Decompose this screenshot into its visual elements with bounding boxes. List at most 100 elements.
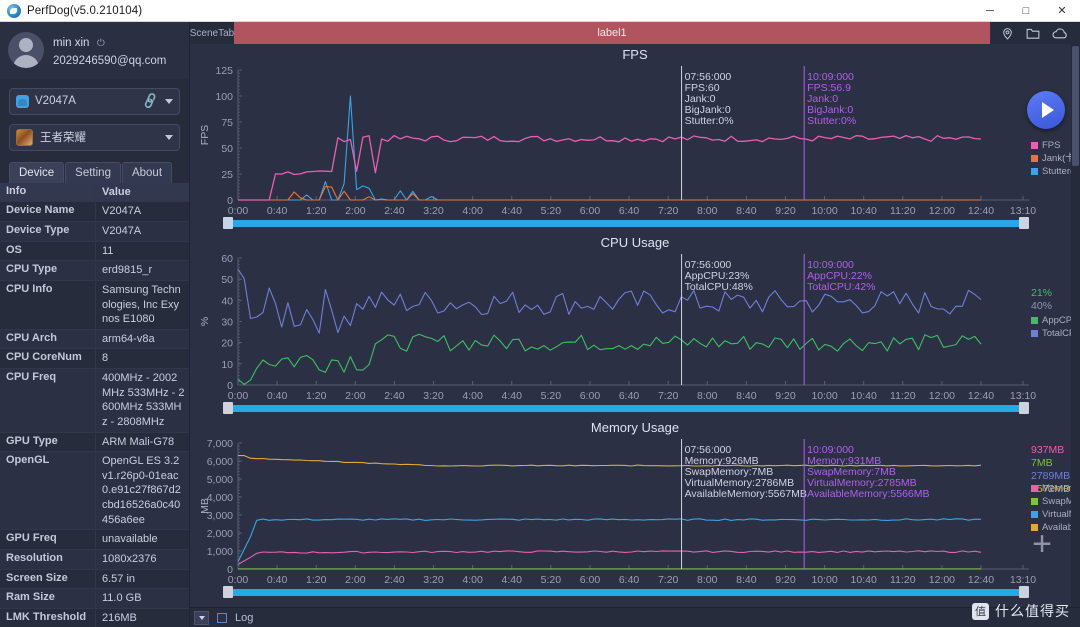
table-body: Device Name V2047A Device Type V2047A OS 11 CP… [0,202,189,627]
table-cell-key: LMK Threshold [0,608,96,627]
location-icon[interactable] [1001,27,1014,40]
x-tick-label: 10:40 [851,390,877,402]
dropdown-icon[interactable] [194,610,209,625]
account-text: min xin ⏻ 2029246590@qq.com [53,30,166,70]
app-select[interactable]: 王者荣耀 [9,123,180,151]
close-button[interactable]: ✕ [1044,0,1080,22]
range-handle-right[interactable] [1019,217,1029,229]
table-cell-key: Resolution [0,549,96,569]
table-row: OS 11 [0,241,189,262]
folder-icon[interactable] [1026,27,1040,40]
legend-label: AppCPU [1042,315,1071,326]
table-cell-value: V2047A [102,225,142,238]
tab-setting[interactable]: Setting [65,161,121,183]
chart-3: Memory Usage 0 1,000 2,000 3,000 4,000 5,000 6,… [190,417,1080,601]
scene-icon-group [991,22,1080,44]
cloud-icon[interactable] [1052,27,1068,40]
chevron-down-icon[interactable] [165,98,173,104]
x-tick-label: 3:20 [423,205,444,217]
y-axis-label: FPS [199,125,211,145]
label-tab[interactable]: label1 [234,22,991,44]
table-row: GPU Freq unavailable [0,530,189,550]
chart-1: FPS 0 25 50 75 100 125 FPS 0:00 0:40 1:20 2:00 2:40 3… [190,44,1080,232]
y-tick-label: 25 [221,169,233,181]
tab-about[interactable]: About [121,161,173,183]
table-row: CPU Arch arm64-v8a [0,329,189,350]
range-handle-right[interactable] [1019,586,1029,598]
y-tick-label: 50 [221,274,233,286]
x-tick-label: 12:00 [929,205,955,217]
x-tick-label: 6:40 [619,390,640,402]
cursor-readout-line: AvailableMemory:5567MB [685,488,807,500]
x-tick-label: 0:40 [267,390,288,402]
x-tick-label: 12:00 [929,574,955,586]
y-tick-label: 1,000 [207,546,233,558]
range-handle-left[interactable] [223,586,233,598]
y-tick-label: 7,000 [207,438,233,450]
table-cell-key: Screen Size [0,569,96,589]
plot-canvas[interactable]: 0255075100125FPS0:00 0:40 1:20 2:00 2:40 3:20… [190,62,1071,232]
table-row: Device Name V2047A [0,202,189,223]
table-row: OpenGL OpenGL ES 3.2 v1.r26p0-01eac0.e91c… [0,452,189,531]
x-tick-label: 5:20 [541,390,562,402]
legend-label: VirtualMemory [1042,509,1071,520]
y-tick-label: 50 [221,143,233,155]
x-tick-label: 2:00 [345,205,366,217]
table-cell-value: 216MB [102,611,137,624]
series-line [237,333,982,385]
table-cell-key: Device Name [0,202,96,222]
x-tick-label: 4:40 [502,205,523,217]
tab-device[interactable]: Device [9,161,65,183]
plot-canvas[interactable]: 0102030405060%0:00 0:40 1:20 2:00 2:40 3:20 4:… [190,250,1071,417]
range-handle-left[interactable] [223,402,233,414]
range-handle-right[interactable] [1019,402,1029,414]
x-tick-label: 6:40 [619,574,640,586]
app-select-row: 王者荣耀 [9,123,180,151]
x-tick-label: 11:20 [890,390,916,402]
x-tick-label: 3:20 [423,574,444,586]
plot-canvas[interactable]: 01,0002,0003,0004,0005,0006,0007,000MB0:… [190,435,1071,601]
series-line [238,134,982,201]
table-cell-key: CPU Freq [0,369,96,432]
chart-host: FPS 0 25 50 75 100 125 FPS 0:00 0:40 1:20 2:00 2:40 3… [190,44,1080,601]
chart-title: FPS [622,47,648,62]
maximize-button[interactable]: □ [1008,0,1044,22]
device-select[interactable]: V2047A 🔗 [9,87,180,115]
device-select-value: V2047A [35,95,76,108]
usb-link-icon[interactable]: 🔗 [141,92,160,110]
column-header-info: Info [0,182,96,202]
window-title: PerfDog(v5.0.210104) [27,4,143,17]
x-tick-label: 10:40 [851,205,877,217]
y-tick-label: 2,000 [207,528,233,540]
table-cell-key: OpenGL [0,452,96,530]
x-tick-label: 11:20 [890,205,916,217]
table-row: Ram Size 11.0 GB [0,589,189,609]
x-tick-label: 12:00 [929,390,955,402]
y-axis-label: MB [199,498,211,514]
play-button[interactable] [1027,91,1065,129]
range-handle-left[interactable] [223,217,233,229]
scene-tab[interactable]: SceneTab [190,22,234,44]
scrollbar-thumb[interactable] [1072,46,1079,166]
log-label: Log [235,611,254,624]
x-tick-label: 8:40 [736,205,757,217]
account-panel[interactable]: min xin ⏻ 2029246590@qq.com [0,22,189,79]
vertical-scrollbar[interactable] [1071,44,1080,607]
x-tick-label: 3:20 [423,390,444,402]
x-tick-label: 8:00 [697,205,718,217]
y-tick-label: 30 [221,317,233,329]
y-tick-label: 100 [215,91,233,103]
legend-label: FPS [1042,140,1060,151]
x-tick-label: 12:40 [968,574,994,586]
sidebar-tabs: Device Setting About [9,161,189,183]
power-icon[interactable]: ⏻ [97,38,105,49]
table-row: CPU CoreNum 8 [0,349,189,370]
x-tick-label: 10:00 [811,205,837,217]
current-value-label: 21% [1031,287,1052,299]
log-checkbox[interactable] [217,612,227,623]
add-chart-button[interactable]: + [1032,527,1052,561]
x-tick-label: 4:40 [502,574,523,586]
minimize-button[interactable]: ─ [972,0,1008,22]
chevron-down-icon[interactable] [165,134,173,140]
app-logo-icon [7,3,21,18]
